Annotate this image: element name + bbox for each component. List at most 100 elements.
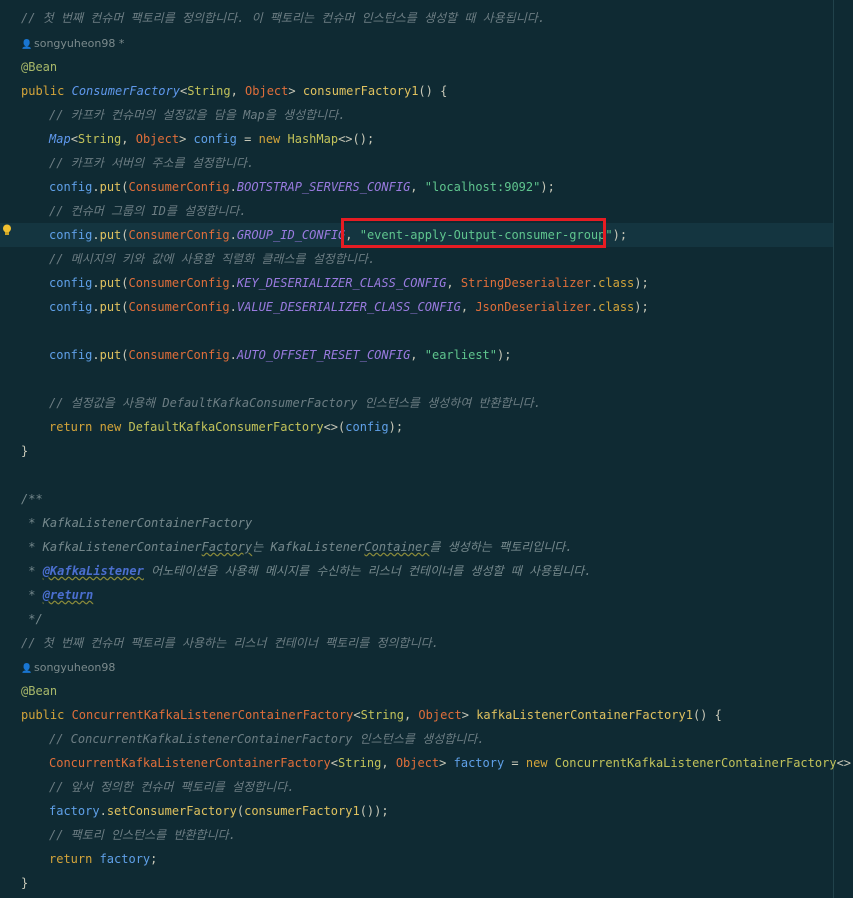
punct: < <box>353 708 361 722</box>
punct: > <box>288 84 303 98</box>
kw-class: class <box>598 276 635 290</box>
var-config: config <box>49 228 93 242</box>
punct: ( <box>121 348 129 362</box>
doc-text: 어노테이션을 사용해 메시지를 수신하는 리스너 컨테이너를 생성할 때 사용됩… <box>143 564 592 578</box>
author-hint[interactable]: 👤 songyuheon98 <box>21 656 115 680</box>
comment-text: // 앞서 정의한 컨슈머 팩토리를 설정합니다. <box>49 780 295 794</box>
punct: . <box>229 300 237 314</box>
code-line-set-consumer: factory.setConsumerFactory(consumerFacto… <box>21 799 389 823</box>
punct: . <box>229 180 237 194</box>
punct: <>(); <box>338 132 375 146</box>
punct: <>( <box>323 420 346 434</box>
method-name: kafkaListenerContainerFactory1 <box>476 708 693 722</box>
var-config: config <box>345 420 389 434</box>
punct: ); <box>497 348 512 362</box>
comment-text: // 카프카 서버의 주소를 설정합니다. <box>49 156 255 170</box>
code-line-comment: // 카프카 컨슈머의 설정값을 담을 Map을 생성합니다. <box>21 103 345 127</box>
code-line-comment: // 카프카 서버의 주소를 설정합니다. <box>21 151 254 175</box>
punct: , <box>460 300 476 314</box>
class-consumer-config: ConsumerConfig <box>128 228 230 242</box>
string-literal: "localhost:9092" <box>424 180 541 194</box>
punct: ); <box>634 300 649 314</box>
doc-text: 는 KafkaListener <box>252 540 365 554</box>
punct: . <box>92 276 100 290</box>
method-signature-listener-factory: public ConcurrentKafkaListenerContainerF… <box>21 703 722 727</box>
code-line-value-deserializer: config.put(ConsumerConfig.VALUE_DESERIAL… <box>21 295 649 319</box>
punct: , <box>410 348 425 362</box>
punct: , <box>403 708 419 722</box>
punct: . <box>99 804 107 818</box>
code-line-comment: // 첫 번째 컨슈머 팩토리를 정의합니다. 이 팩토리는 컨슈머 인스턴스를… <box>21 11 546 25</box>
class-concurrent-factory: ConcurrentKafkaListenerContainerFactory <box>49 756 331 770</box>
punct: () { <box>418 84 448 98</box>
class-concurrent-factory: ConcurrentKafkaListenerContainerFactory <box>554 756 837 770</box>
code-line-comment: // 설정값을 사용해 DefaultKafkaConsumerFactory … <box>21 391 541 415</box>
doc-text: Factory <box>201 540 253 554</box>
kw-new: new <box>99 420 129 434</box>
punct: > <box>461 708 477 722</box>
punct: . <box>229 228 237 242</box>
type-consumer-factory: ConsumerFactory <box>71 84 180 98</box>
punct: < <box>70 132 78 146</box>
punct: < <box>330 756 338 770</box>
var-config: config <box>193 132 237 146</box>
type-object: Object <box>418 708 462 722</box>
kw-return: return <box>49 852 100 866</box>
punct: ); <box>540 180 555 194</box>
method-put: put <box>99 180 122 194</box>
comment-text: // 설정값을 사용해 DefaultKafkaConsumerFactory … <box>49 396 541 410</box>
author-name: songyuheon98 * <box>34 37 125 50</box>
method-put: put <box>99 276 122 290</box>
closing-brace: } <box>21 444 29 458</box>
type-hashmap: HashMap <box>287 132 339 146</box>
kw-new: new <box>258 132 288 146</box>
javadoc-end: */ <box>21 612 43 626</box>
bean-annotation: @Bean <box>21 684 58 698</box>
punct: ); <box>388 420 404 434</box>
doc-text: * <box>21 564 43 578</box>
kw-class: class <box>598 300 635 314</box>
author-name: songyuheon98 <box>34 661 116 674</box>
var-config: config <box>49 180 93 194</box>
punct: , <box>446 276 461 290</box>
punct: . <box>229 348 237 362</box>
punct: ( <box>121 276 129 290</box>
method-put: put <box>99 228 122 242</box>
class-consumer-config: ConsumerConfig <box>128 300 230 314</box>
punct: ( <box>236 804 245 818</box>
javadoc-line: * KafkaListenerContainerFactory <box>21 516 253 530</box>
doc-tag[interactable]: @return <box>43 588 94 602</box>
var-factory: factory <box>453 756 505 770</box>
javadoc-line: * @KafkaListener 어노테이션을 사용해 메시지를 수신하는 리스… <box>21 559 591 583</box>
punct: ( <box>121 228 129 242</box>
doc-text: Container <box>364 540 430 554</box>
punct: ()); <box>359 804 389 818</box>
doc-tag[interactable]: @KafkaListener <box>43 564 144 578</box>
javadoc-start: /** <box>21 492 43 506</box>
author-hint[interactable]: 👤 songyuheon98 * <box>21 32 124 56</box>
punct: > <box>439 756 454 770</box>
punct: = <box>504 756 526 770</box>
var-config: config <box>49 348 93 362</box>
punct: <>(); <box>836 756 853 770</box>
punct: () { <box>692 708 722 722</box>
punct: . <box>92 348 100 362</box>
var-config: config <box>49 276 93 290</box>
method-consumer-factory1: consumerFactory1 <box>244 804 360 818</box>
bean-annotation: @Bean <box>21 60 58 74</box>
lightbulb-icon[interactable] <box>2 224 12 236</box>
code-line-comment: // 컨슈머 그룹의 ID를 설정합니다. <box>21 199 247 223</box>
kw-public: public <box>21 84 65 98</box>
code-line-bootstrap: config.put(ConsumerConfig.BOOTSTRAP_SERV… <box>21 175 555 199</box>
type-object: Object <box>395 756 440 770</box>
comment-text: // 컨슈머 그룹의 ID를 설정합니다. <box>49 204 247 218</box>
type-object: Object <box>245 84 289 98</box>
punct: . <box>229 276 237 290</box>
code-editor[interactable]: // 첫 번째 컨슈머 팩토리를 정의합니다. 이 팩토리는 컨슈머 인스턴스를… <box>0 0 853 898</box>
code-line-map: Map<String, Object> config = new HashMap… <box>21 127 374 151</box>
closing-brace: } <box>21 876 29 890</box>
class-consumer-config: ConsumerConfig <box>128 276 230 290</box>
comment-text: // 팩토리 인스턴스를 반환합니다. <box>49 828 236 842</box>
kw-return: return <box>49 420 100 434</box>
const-name: BOOTSTRAP_SERVERS_CONFIG <box>236 180 411 194</box>
